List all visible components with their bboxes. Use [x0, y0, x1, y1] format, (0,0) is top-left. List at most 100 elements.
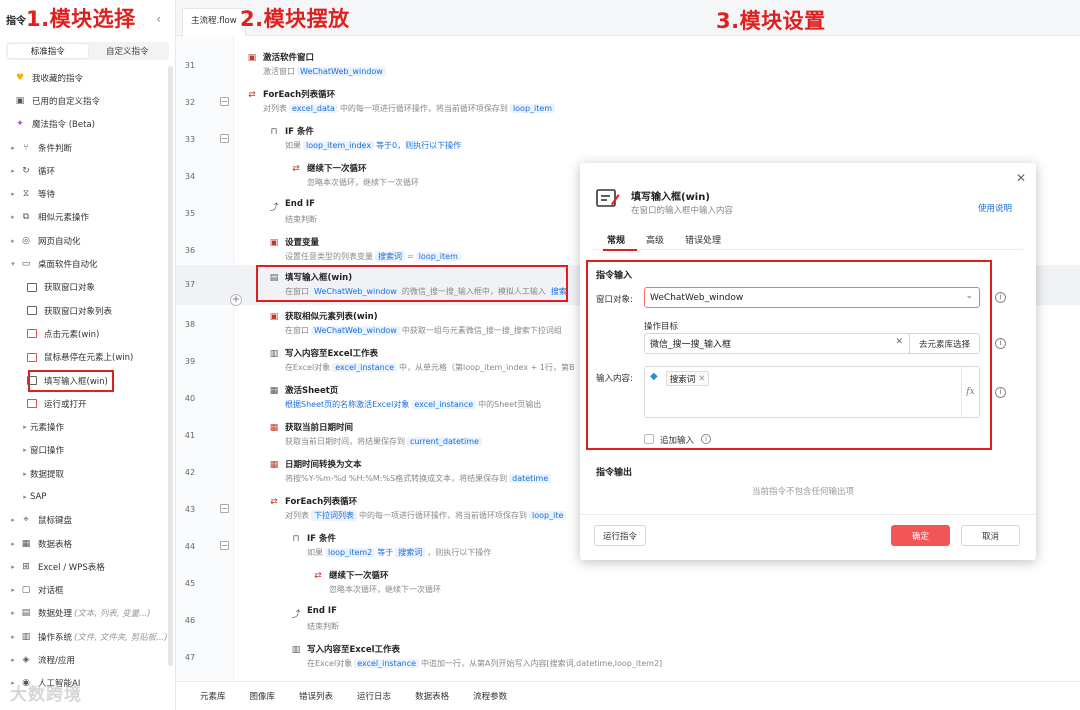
tab-run-log[interactable]: 运行日志	[357, 690, 391, 702]
sidebar-item-element-ops[interactable]: ▸ 元素操作	[0, 415, 168, 438]
input-box-icon	[596, 189, 620, 207]
sidebar-item-data-table[interactable]: ▸ ▦ 数据表格	[0, 532, 168, 555]
annotation-module-select: 1.模块选择	[26, 7, 136, 31]
collapse-toggle[interactable]: −	[220, 541, 229, 550]
hourglass-icon: ⧖	[22, 189, 30, 200]
sidebar-item-web[interactable]: ▸ ◎ 网页自动化	[0, 229, 168, 252]
chevron-right-icon: ▸	[11, 516, 15, 525]
end-if-icon: ⤴	[291, 609, 301, 620]
chevron-right-icon: ▸	[11, 609, 15, 618]
chevron-right-icon: ▸	[11, 586, 15, 595]
sidebar-item-similar[interactable]: ▸ ⧉ 相似元素操作	[0, 206, 168, 229]
sidebar-item-dialog[interactable]: ▸ ▢ 对话框	[0, 579, 168, 602]
tab-element-library[interactable]: 元素库	[200, 690, 226, 702]
window-object-select[interactable]: WeChatWeb_window ⌄	[644, 287, 980, 308]
tab-flow-params[interactable]: 流程参数	[473, 690, 507, 702]
confirm-button[interactable]: 确定	[891, 525, 950, 546]
chevron-right-icon: ▸	[23, 469, 27, 478]
info-icon[interactable]: i	[701, 434, 711, 444]
collapse-icon[interactable]: ‹	[156, 12, 161, 26]
flow-row-33[interactable]: 33 − ⊓ IF 条件 如果 loop_item_index 等于0，则执行以下操…	[176, 121, 1080, 158]
input-content-field[interactable]: ◆ 搜索词 ✕ fx	[644, 366, 980, 418]
collapse-toggle[interactable]: −	[220, 97, 229, 106]
sidebar-item-condition[interactable]: ▸ ⑂ 条件判断	[0, 136, 168, 159]
tab-standard[interactable]: 标准指令	[8, 44, 88, 58]
append-input-checkbox[interactable]	[644, 434, 654, 444]
excel-write-icon: ▥	[291, 645, 301, 655]
sidebar-scrollbar[interactable]	[168, 66, 173, 666]
target-element-field[interactable]: 微信_搜一搜_输入框 ✕	[644, 333, 910, 354]
sidebar-item-desktop[interactable]: ▾ ▭ 桌面软件自动化	[0, 252, 168, 275]
sidebar-item-wait[interactable]: ▸ ⧖ 等待	[0, 182, 168, 205]
section-output-title: 指令输出	[596, 468, 633, 478]
sidebar-item-hover-element[interactable]: 鼠标悬停在元素上(win)	[0, 346, 168, 369]
sidebar-item-os[interactable]: ▸ ▥ 操作系统 (文件, 文件夹, 剪贴板...)	[0, 625, 168, 648]
sidebar-item-window-ops[interactable]: ▸ 窗口操作	[0, 439, 168, 462]
tab-advanced[interactable]: 高级	[646, 233, 664, 246]
info-icon[interactable]: i	[995, 338, 1006, 349]
variable-chip: WeChatWeb_window	[297, 67, 386, 76]
flow-row-45[interactable]: 45 ⇄ 继续下一次循环 忽略本次循环，继续下一次循环	[176, 565, 1080, 602]
variable-chip[interactable]: 搜索词 ✕	[665, 371, 710, 386]
help-link[interactable]: 使用说明	[978, 202, 1012, 214]
dialog-subtitle: 在窗口的输入框中输入内容	[631, 206, 734, 216]
calendar-icon: ▦	[269, 460, 279, 470]
tab-error-handling[interactable]: 错误处理	[685, 233, 721, 246]
sidebar-item-favorites[interactable]: ♥ 我收藏的指令	[0, 66, 168, 89]
tab-general[interactable]: 常规	[607, 233, 625, 246]
chevron-right-icon: ▸	[11, 632, 15, 641]
remove-icon[interactable]: ✕	[698, 374, 705, 384]
sidebar-item-used-custom[interactable]: ▣ 已用的自定义指令	[0, 89, 168, 112]
sidebar-item-data-processing[interactable]: ▸ ▤ 数据处理 (文本, 列表, 变量...)	[0, 602, 168, 625]
info-icon[interactable]: i	[995, 292, 1006, 303]
sidebar-item-mouse-keyboard[interactable]: ▸ ⌖ 鼠标键盘	[0, 509, 168, 532]
bottom-panel-tabs: 元素库 图像库 错误列表 运行日志 数据表格 流程参数	[176, 681, 1080, 710]
flow-row-31[interactable]: 31 ▣ 激活软件窗口 激活窗口 WeChatWeb_window	[176, 47, 1080, 84]
chevron-right-icon: ▸	[11, 539, 15, 548]
calendar-icon: ▦	[269, 423, 279, 433]
sidebar-item-get-window[interactable]: 获取窗口对象	[0, 276, 168, 299]
window-icon	[26, 281, 38, 293]
highlight-box	[28, 369, 114, 392]
sidebar-item-loop[interactable]: ▸ ↻ 循环	[0, 159, 168, 182]
hover-icon	[26, 351, 38, 363]
flow-row-46[interactable]: 46 ⤴ End IF 结束判断	[176, 602, 1080, 639]
run-command-button[interactable]: 运行指令	[594, 525, 646, 546]
tab-error-list[interactable]: 错误列表	[299, 690, 333, 702]
excel-icon: ⊞	[22, 561, 30, 572]
chevron-down-icon: ▾	[11, 260, 15, 269]
info-icon[interactable]: i	[995, 387, 1006, 398]
close-icon[interactable]: ✕	[1016, 171, 1026, 185]
tab-custom[interactable]: 自定义指令	[88, 44, 168, 58]
tab-image-library[interactable]: 图像库	[250, 690, 276, 702]
sidebar-item-excel[interactable]: ▸ ⊞ Excel / WPS表格	[0, 555, 168, 578]
sidebar-item-data-extract[interactable]: ▸ 数据提取	[0, 462, 168, 485]
formula-button[interactable]: fx	[961, 367, 979, 417]
clear-icon[interactable]: ✕	[895, 337, 903, 347]
flow-row-32[interactable]: 32 − ⇄ ForEach列表循环 对列表 excel_data 中的每一项进行循…	[176, 84, 1080, 121]
cancel-button[interactable]: 取消	[961, 525, 1020, 546]
sidebar-item-magic[interactable]: ✦ 魔法指令 (Beta)	[0, 113, 168, 136]
window-object-label: 窗口对象:	[596, 295, 633, 305]
sidebar-item-run-open[interactable]: 运行或打开	[0, 392, 168, 415]
branch-icon: ⑂	[23, 142, 29, 153]
file-tab-main-flow[interactable]: 主流程.flow	[182, 8, 246, 36]
sidebar-item-fill-input[interactable]: 填写输入框(win)	[0, 369, 168, 392]
tab-data-table[interactable]: 数据表格	[415, 690, 449, 702]
sidebar-item-flow-app[interactable]: ▸ ◈ 流程/应用	[0, 648, 168, 671]
flow-row-47[interactable]: 47 ▥ 写入内容至Excel工作表 在Excel对象 excel_instanc…	[176, 639, 1080, 676]
mouse-icon: ⌖	[23, 515, 29, 526]
collapse-toggle[interactable]: −	[220, 134, 229, 143]
sidebar-item-click-element[interactable]: 点击元素(win)	[0, 322, 168, 345]
window-list-icon	[26, 305, 38, 317]
python-icon: ◆	[650, 371, 658, 382]
pick-from-library-button[interactable]: 去元素库选择	[909, 333, 980, 354]
sidebar-item-get-window-list[interactable]: 获取窗口对象列表	[0, 299, 168, 322]
chevron-right-icon: ▸	[23, 446, 27, 455]
add-step-button[interactable]: +	[230, 294, 242, 306]
chevron-down-icon: ⌄	[965, 291, 973, 301]
sidebar-item-sap[interactable]: ▸ SAP	[0, 485, 168, 508]
watermark-text: 大数跨境	[10, 685, 82, 705]
continue-icon: ⇄	[314, 571, 322, 581]
collapse-toggle[interactable]: −	[220, 504, 229, 513]
